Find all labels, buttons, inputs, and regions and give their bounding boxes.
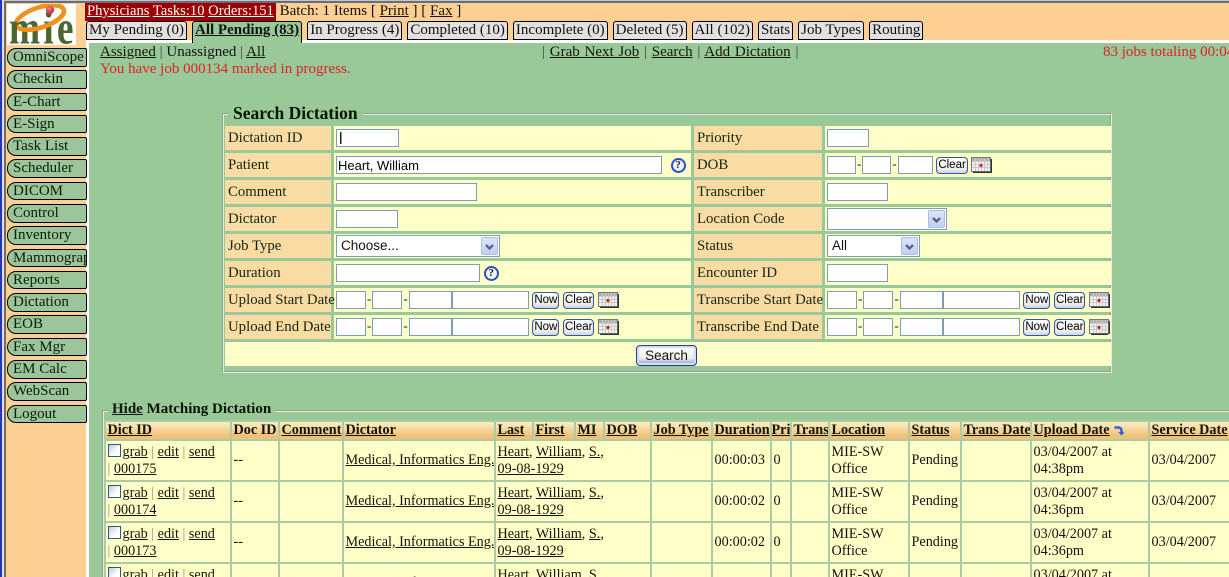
svg-text:mie: mie: [9, 4, 76, 45]
